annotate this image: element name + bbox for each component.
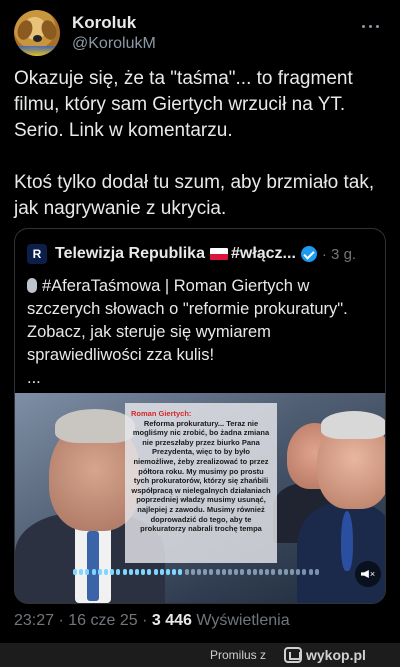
- waveform-dot: [283, 569, 288, 575]
- waveform-dot: [215, 569, 220, 575]
- tweet-text: Okazuje się, że ta "taśma"... to fragmen…: [14, 66, 386, 248]
- tweet-paragraph-1: Okazuje się, że ta "taśma"... to fragmen…: [14, 68, 353, 141]
- waveform-dot: [116, 569, 121, 575]
- waveform-dot: [147, 569, 152, 575]
- quoted-text: #AferaTaśmowa | Roman Giertych w szczery…: [27, 275, 377, 390]
- watermark-user: Promilus z: [210, 648, 267, 662]
- waveform-dot: [314, 569, 319, 575]
- waveform-dot: [184, 569, 189, 575]
- avatar-nose: [33, 35, 42, 42]
- wykop-site: wykop.pl: [306, 647, 366, 663]
- waveform-dot: [265, 569, 270, 575]
- waveform-dot: [308, 569, 313, 575]
- waveform-dot: [296, 569, 301, 575]
- waveform-dot: [122, 569, 127, 575]
- person-right-tie: [341, 511, 353, 571]
- tweet-meta: 23:27 · 16 cze 25 · 3 446 Wyświetlenia: [14, 612, 290, 630]
- microphone-icon: [27, 278, 37, 293]
- waveform-dot: [228, 569, 232, 575]
- waveform-dot: [302, 569, 307, 575]
- caption-speaker: Roman Giertych:: [131, 409, 192, 418]
- waveform-dot: [240, 569, 245, 575]
- avatar[interactable]: [14, 10, 60, 56]
- waveform-dot: [271, 569, 276, 575]
- author-display-name[interactable]: Koroluk: [72, 12, 156, 33]
- waveform-dot: [178, 569, 183, 575]
- avatar-ear-left: [15, 18, 35, 42]
- watermark-footer: Promilus z wykop.pl: [0, 643, 400, 667]
- views-label: Wyświetlenia: [196, 612, 290, 629]
- waveform-dot: [203, 569, 208, 575]
- waveform-dot: [153, 569, 158, 575]
- video-player[interactable]: Roman Giertych: Reforma prokuratury... T…: [15, 393, 385, 603]
- waveform-dot: [128, 569, 133, 575]
- mute-x-icon: ×: [369, 569, 376, 579]
- waveform-dot: [209, 569, 214, 575]
- waveform-dot: [85, 569, 90, 575]
- person-left-tie: [87, 531, 99, 601]
- waveform-dot: [141, 569, 146, 575]
- quoted-ellipsis: ...: [27, 369, 41, 387]
- speaker-icon: [360, 570, 369, 578]
- republika-logo-icon: R: [27, 244, 47, 264]
- tweet-header: Koroluk @KorolukM: [14, 10, 386, 56]
- quoted-tweet[interactable]: R Telewizja Republika #włącz... · 3 g. #…: [14, 228, 386, 604]
- caption-text: Reforma prokuratury... Teraz nie mogliśm…: [131, 418, 271, 534]
- waveform-dot: [166, 569, 170, 575]
- waveform-dot: [190, 569, 195, 575]
- views-count: 3 446: [151, 612, 192, 629]
- waveform-dot: [110, 569, 115, 575]
- waveform-dot: [277, 569, 282, 575]
- quoted-author-name-suffix: #włącz...: [230, 245, 296, 262]
- quoted-author-name[interactable]: Telewizja Republika: [55, 245, 205, 263]
- author-handle[interactable]: @KorolukM: [72, 33, 156, 54]
- quoted-time: · 3 g.: [321, 245, 357, 263]
- waveform-dot: [221, 569, 226, 575]
- quoted-text-body: #AferaTaśmowa | Roman Giertych w szczery…: [27, 277, 348, 364]
- waveform-dot: [104, 569, 108, 575]
- wykop-icon: [284, 647, 302, 663]
- verified-badge-icon: [300, 246, 317, 262]
- waveform-dot: [79, 569, 84, 575]
- waveform-dot: [172, 569, 177, 575]
- waveform-dot: [97, 569, 102, 575]
- tweet-timestamp[interactable]: 23:27 · 16 cze 25 ·: [14, 612, 147, 629]
- waveform-dot: [91, 569, 96, 575]
- tweet-paragraph-2: Ktoś tylko dodał tu szum, aby brzmiało t…: [14, 172, 375, 219]
- waveform-dot: [135, 569, 139, 575]
- waveform-dot: [246, 569, 251, 575]
- author-names: Koroluk @KorolukM: [72, 12, 156, 54]
- more-options-icon[interactable]: [362, 16, 382, 36]
- avatar-flag-band: [14, 46, 60, 56]
- waveform-dot: [252, 569, 257, 575]
- poland-flag-icon: [209, 248, 228, 260]
- avatar-ear-right: [39, 18, 59, 42]
- video-caption-box: Roman Giertych: Reforma prokuratury... T…: [125, 403, 277, 563]
- waveform-dot: [290, 569, 294, 575]
- quoted-tweet-header: R Telewizja Republika #włącz... · 3 g.: [27, 242, 375, 266]
- audio-waveform: [73, 569, 323, 575]
- waveform-dot: [259, 569, 263, 575]
- waveform-dot: [197, 569, 201, 575]
- person-right-hair: [321, 411, 385, 439]
- mute-button[interactable]: ×: [355, 561, 381, 587]
- wykop-logo: wykop.pl: [284, 646, 394, 664]
- waveform-dot: [234, 569, 239, 575]
- waveform-dot: [73, 569, 77, 575]
- person-left-hair: [55, 409, 135, 443]
- waveform-dot: [159, 569, 164, 575]
